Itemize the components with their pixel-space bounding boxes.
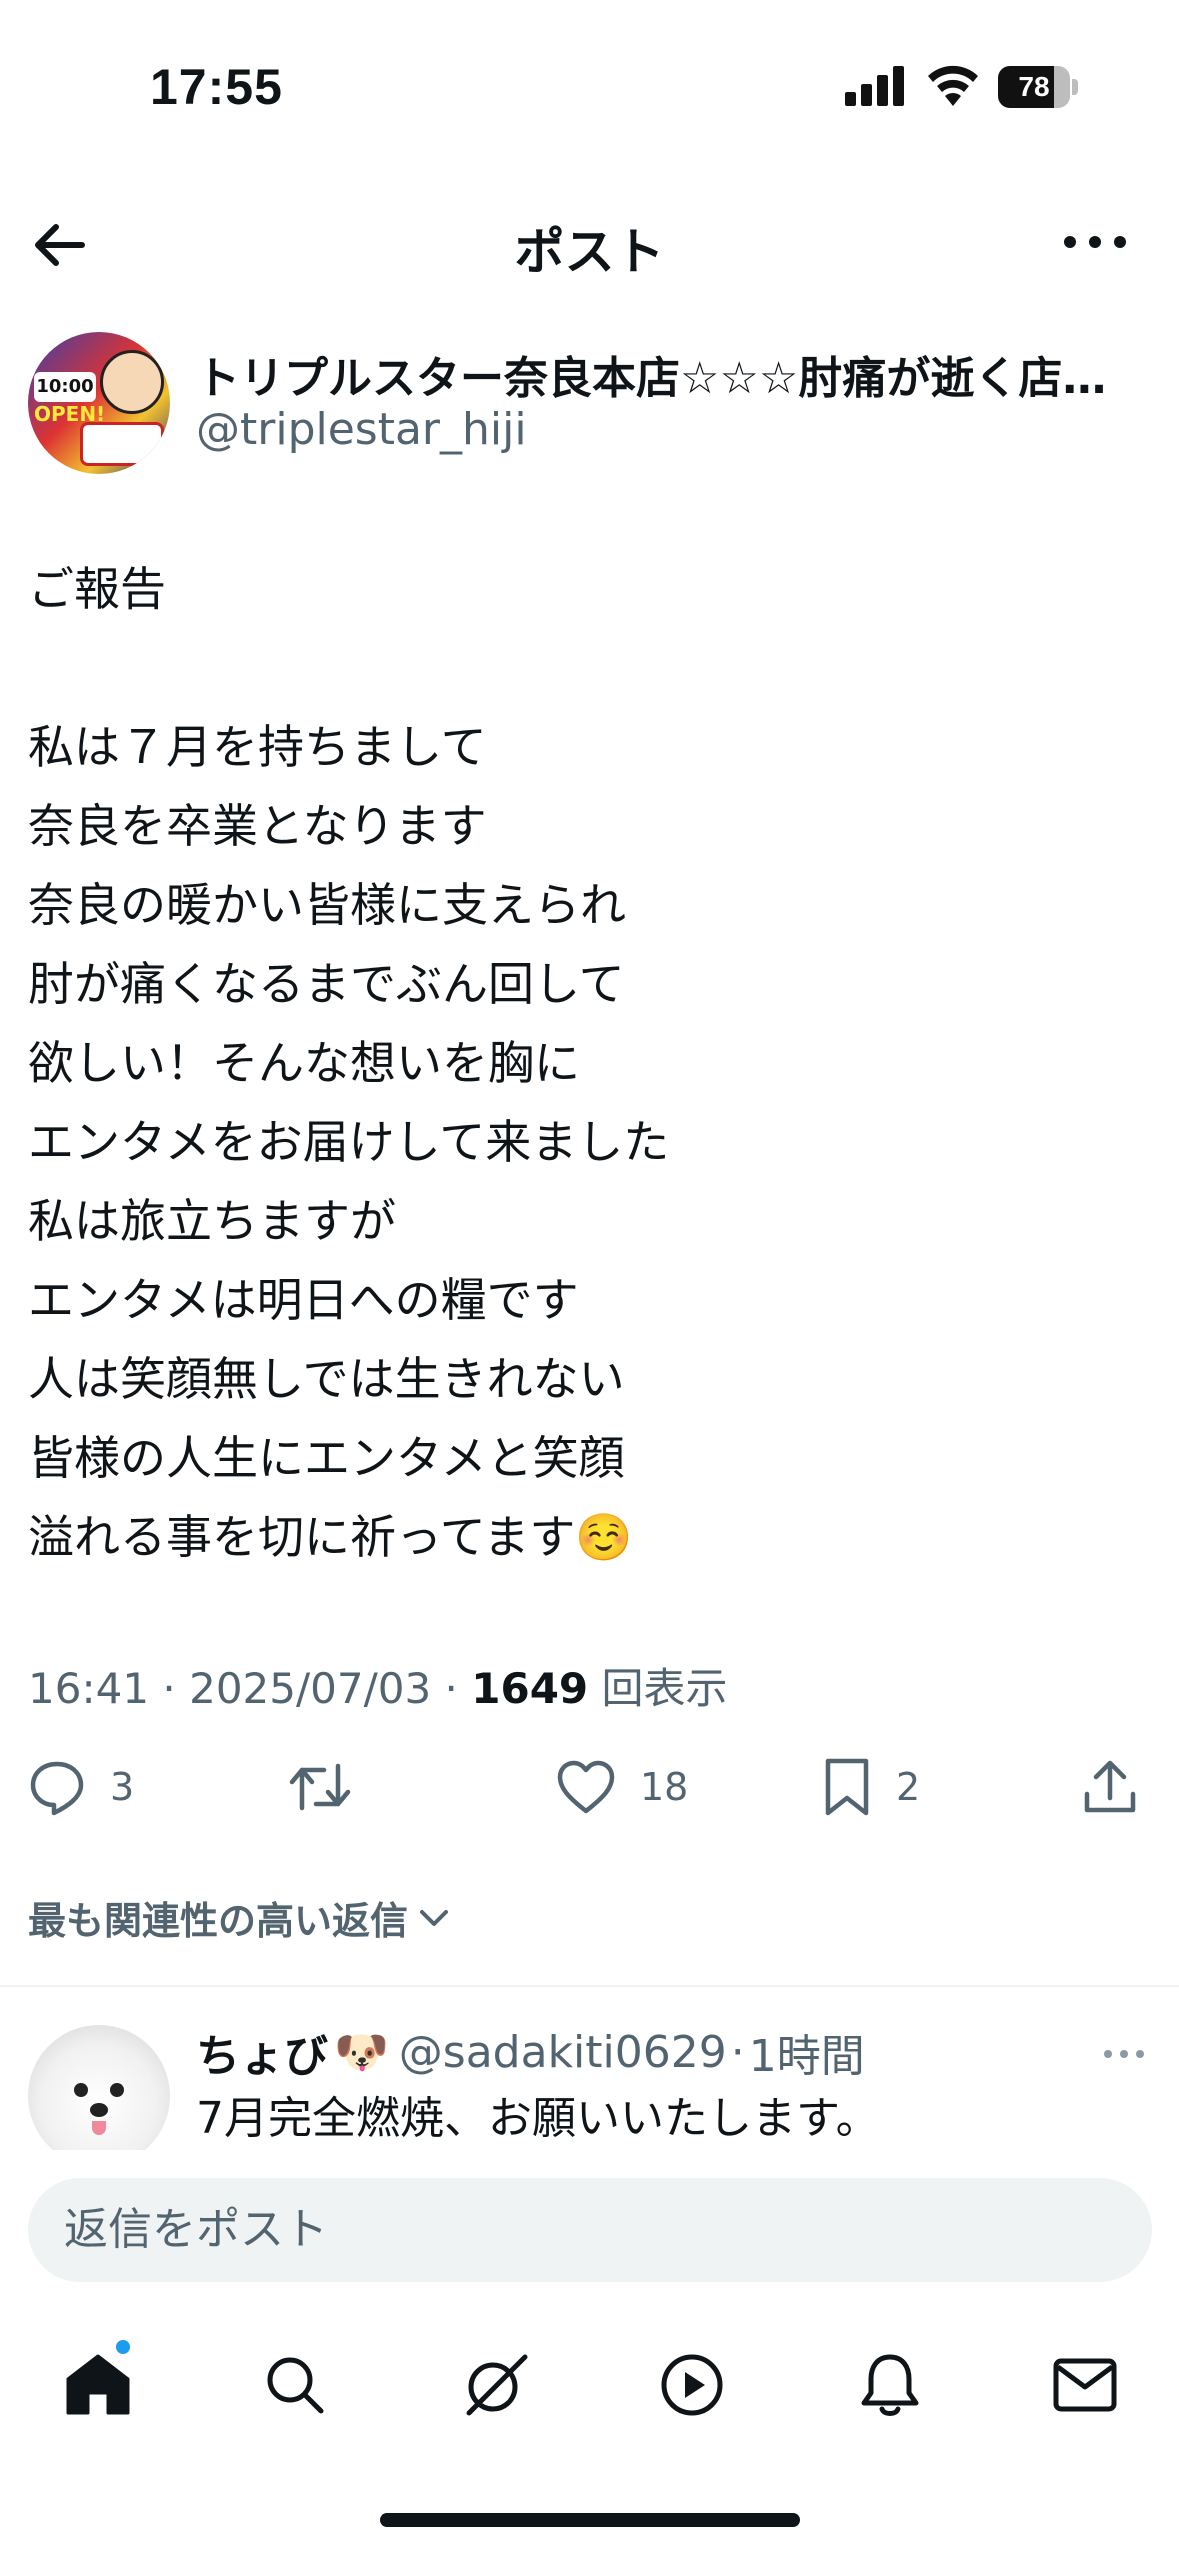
messages-icon: [1053, 2358, 1117, 2412]
tab-home[interactable]: [58, 2345, 138, 2425]
battery-percent: 78: [1018, 71, 1050, 102]
like-count: 18: [640, 1765, 689, 1809]
reply-input[interactable]: 返信をポスト: [28, 2178, 1152, 2282]
reply-header: ちょび 🐶 @sadakiti0629 · 1時間: [196, 2020, 865, 2084]
views-label: 回表示: [588, 1664, 728, 1713]
post-date: 2025/07/03: [189, 1664, 432, 1713]
wifi-icon: [928, 65, 978, 106]
tab-grok[interactable]: [455, 2345, 535, 2425]
meta-separator: ·: [431, 1664, 472, 1713]
tab-messages[interactable]: [1045, 2345, 1125, 2425]
share-icon: [1084, 1760, 1136, 1813]
reply-author-name[interactable]: ちょび: [196, 2020, 328, 2084]
divider: [0, 1985, 1179, 1987]
grok-icon: [466, 2354, 528, 2416]
page-title: ポスト: [514, 223, 665, 281]
avatar-open-text: OPEN!: [34, 402, 106, 426]
more-horizontal-icon[interactable]: [1060, 222, 1130, 262]
post-meta: 16:41 · 2025/07/03 · 1649 回表示: [28, 1655, 728, 1716]
dog-emoji: 🐶: [334, 2027, 389, 2078]
home-indicator: [380, 2513, 800, 2527]
reply-button[interactable]: 3: [28, 1752, 134, 1822]
notification-dot: [113, 2337, 133, 2357]
reply-author-handle[interactable]: @sadakiti0629: [399, 2027, 727, 2078]
like-button[interactable]: 18: [556, 1752, 688, 1822]
search-icon: [267, 2357, 324, 2414]
chevron-down-icon: [420, 1909, 449, 1926]
post-time: 16:41: [28, 1664, 150, 1713]
signal-icon: [845, 66, 904, 106]
video-icon: [661, 2354, 723, 2416]
avatar-time-text: 10:00: [34, 372, 96, 402]
meta-separator: ·: [149, 1664, 190, 1713]
reply-count: 3: [110, 1765, 135, 1809]
status-time: 17:55: [150, 59, 283, 115]
reply-text: 7月完全燃焼、お願いいたします。: [196, 2093, 880, 2144]
bookmark-icon: [825, 1758, 869, 1816]
reply-time: 1時間: [748, 2031, 865, 2082]
more-horizontal-icon[interactable]: [1102, 2044, 1146, 2064]
author-handle[interactable]: @triplestar_hiji: [196, 404, 527, 455]
view-count: 1649: [471, 1664, 589, 1713]
notifications-icon: [861, 2354, 919, 2416]
author-display-name[interactable]: トリプルスター奈良本店☆☆☆肘痛が逝く店…: [196, 342, 1156, 406]
bookmark-count: 2: [896, 1765, 921, 1809]
tab-search[interactable]: [255, 2345, 335, 2425]
reply-avatar[interactable]: [28, 2025, 170, 2167]
reply-sort-dropdown[interactable]: 最も関連性の高い返信: [28, 1890, 454, 1945]
reply-dot: ·: [730, 2026, 745, 2078]
reply-icon: [30, 1761, 84, 1816]
author-avatar[interactable]: 10:00 OPEN!: [28, 332, 170, 474]
tab-video[interactable]: [652, 2345, 732, 2425]
tab-notifications[interactable]: [850, 2345, 930, 2425]
share-button[interactable]: [1082, 1752, 1138, 1822]
battery-indicator: 78: [998, 66, 1078, 108]
heart-icon: [557, 1760, 615, 1814]
bookmark-button[interactable]: 2: [822, 1752, 920, 1822]
reply-sort-label: 最も関連性の高い返信: [28, 1899, 409, 1943]
repost-icon: [289, 1763, 351, 1811]
post-body: ご報告 私は７月を持ちまして 奈良を卒業となります 奈良の暖かい皆様に支えられ …: [28, 562, 670, 1564]
repost-button[interactable]: [288, 1752, 376, 1822]
home-icon: [66, 2354, 130, 2415]
